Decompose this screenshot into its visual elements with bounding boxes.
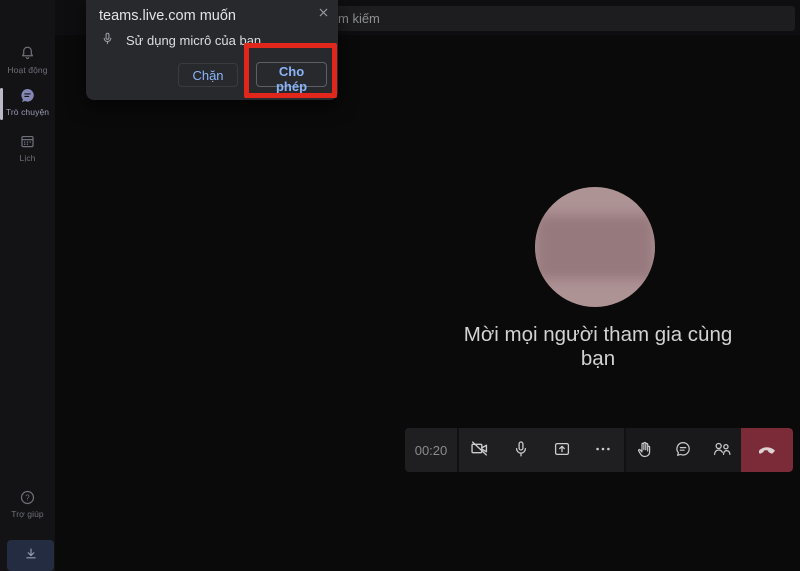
sidebar-item-chat[interactable]: Trò chuyện	[0, 86, 55, 120]
device-controls-segment	[457, 428, 624, 472]
download-app-button[interactable]	[7, 540, 54, 571]
participants-icon	[711, 438, 732, 462]
share-screen-icon	[552, 439, 572, 462]
download-icon	[22, 545, 40, 566]
meeting-control-bar: 00:20	[405, 428, 793, 472]
sidebar-item-help[interactable]: ? Trợ giúp	[0, 488, 55, 519]
selected-indicator	[0, 88, 3, 120]
raise-hand-icon	[635, 439, 655, 462]
allow-button[interactable]: Cho phép	[256, 62, 327, 94]
bell-icon	[0, 44, 55, 63]
permission-dialog: teams.live.com muốn Sử dụng micrô của bạ…	[86, 0, 338, 100]
microphone-icon	[511, 439, 531, 462]
avatar-blurred-name	[536, 215, 654, 279]
block-button[interactable]: Chặn	[178, 63, 238, 87]
engagement-controls-segment	[624, 428, 741, 472]
app-sidebar: Hoạt động Trò chuyện Lịch ? Trợ giúp	[0, 0, 55, 571]
permission-request-text: Sử dụng micrô của bạn	[126, 33, 262, 48]
meeting-chat-icon	[673, 439, 693, 462]
help-icon: ?	[0, 488, 55, 507]
hang-up-button[interactable]	[741, 428, 793, 472]
microphone-button[interactable]	[502, 428, 540, 472]
meeting-chat-button[interactable]	[664, 428, 702, 472]
meeting-stage: Mời mọi người tham gia cùng bạn 00:20	[55, 35, 800, 571]
avatar	[535, 187, 655, 307]
camera-off-button[interactable]	[461, 428, 499, 472]
permission-dialog-title: teams.live.com muốn	[99, 8, 236, 24]
sidebar-item-activity[interactable]: Hoạt động	[0, 44, 55, 75]
raise-hand-button[interactable]	[626, 428, 664, 472]
svg-text:?: ?	[25, 493, 30, 502]
close-icon	[317, 7, 330, 22]
participants-button[interactable]	[703, 428, 741, 472]
sidebar-item-calendar[interactable]: Lịch	[0, 132, 55, 163]
close-button[interactable]	[315, 4, 332, 24]
camera-off-icon	[469, 438, 490, 462]
meeting-timer: 00:20	[414, 442, 448, 458]
sidebar-item-label: Trò chuyện	[5, 107, 50, 117]
sidebar-item-label: Trợ giúp	[11, 509, 44, 519]
calendar-icon	[0, 132, 55, 151]
sidebar-item-label: Hoạt động	[7, 65, 48, 75]
microphone-request-icon	[100, 31, 115, 51]
ellipsis-icon	[593, 439, 613, 462]
search-text: m kiếm	[338, 11, 380, 26]
sidebar-item-label: Lịch	[19, 153, 36, 163]
chat-bubble-icon	[0, 86, 55, 105]
invite-message: Mời mọi người tham gia cùng bạn	[463, 323, 733, 370]
search-input[interactable]: m kiếm	[336, 6, 795, 31]
teams-meeting-window: m kiếm Hoạt động Trò chuyện Lịch ? Trợ g…	[0, 0, 800, 571]
timer-segment: 00:20	[405, 428, 457, 472]
hang-up-icon	[755, 437, 779, 464]
share-screen-button[interactable]	[543, 428, 581, 472]
more-options-button[interactable]	[584, 428, 622, 472]
